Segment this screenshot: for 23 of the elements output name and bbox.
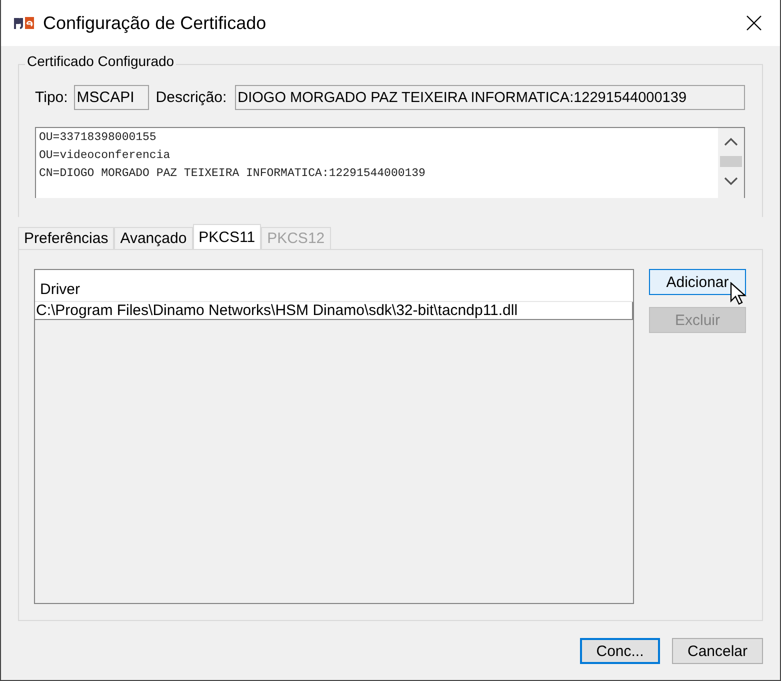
column-header: Driver <box>35 270 633 302</box>
close-icon[interactable] <box>746 15 762 31</box>
certificate-details-area[interactable]: OU=33718398000155 OU=videoconferencia CN=DIOGO MORGADO PAZ TEIXEIRA INFORMATICA:12291544000139 <box>35 127 745 198</box>
confirm-button[interactable]: Conc... <box>580 638 660 664</box>
window-title: Configuração de Certificado <box>43 12 266 34</box>
detail-line: CN=DIOGO MORGADO PAZ TEIXEIRA INFORMATICA:12291544000139 <box>39 166 426 182</box>
list-row[interactable]: C:\Program Files\Dinamo Networks\HSM Dinamo\sdk\32-bit\tacndp11.dll <box>35 302 633 320</box>
type-field: MSCAPI <box>74 85 149 110</box>
tab[interactable]: Avançado <box>114 227 193 249</box>
description-label: Descrição: <box>156 89 227 106</box>
scroll-thumb[interactable] <box>720 156 742 167</box>
group-title: Certificado Configurado <box>25 53 176 69</box>
scroll-down-icon[interactable] <box>724 176 738 186</box>
cancel-button[interactable]: Cancelar <box>672 638 763 664</box>
tab[interactable]: PKCS11 <box>192 224 262 249</box>
scroll-up-icon[interactable] <box>724 137 738 147</box>
tab[interactable]: Preferências <box>18 227 114 249</box>
app-logo-icon <box>13 16 35 30</box>
description-field: DIOGO MORGADO PAZ TEIXEIRA INFORMATICA:12291544000139 <box>234 85 745 110</box>
type-label: Tipo: <box>35 89 68 106</box>
detail-line: OU=videoconferencia <box>39 148 172 164</box>
detail-line: OU=33718398000155 <box>39 130 158 146</box>
cursor-icon <box>730 282 748 306</box>
